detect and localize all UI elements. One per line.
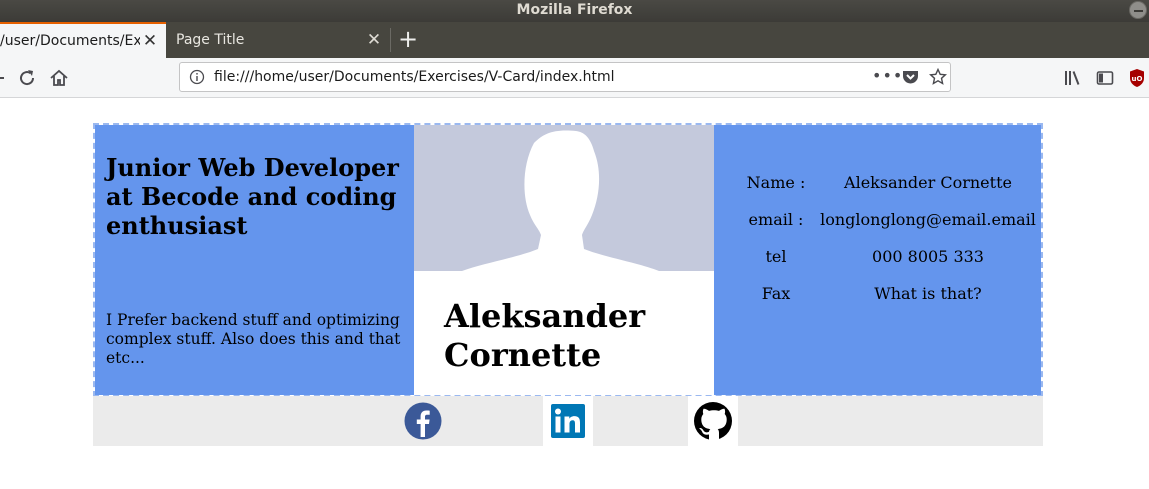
info-row-email: email : longlonglong@email.email <box>714 210 1041 234</box>
info-row-name: Name : Aleksander Cornette <box>714 173 1041 197</box>
bookmark-star-icon[interactable] <box>929 68 947 86</box>
info-value: What is that? <box>874 284 982 303</box>
library-icon[interactable] <box>1062 67 1084 89</box>
facebook-icon <box>404 402 442 440</box>
tab-close-icon[interactable]: ✕ <box>142 24 158 58</box>
github-link[interactable] <box>688 396 738 446</box>
info-label: Fax <box>761 284 791 303</box>
info-value: Aleksander Cornette <box>844 173 1012 192</box>
vcard-info-panel: Name : Aleksander Cornette email : longl… <box>714 125 1041 395</box>
nav-toolbar: file:///home/user/Documents/Exercises/V-… <box>0 58 1149 98</box>
linkedin-icon <box>551 404 585 438</box>
new-tab-icon[interactable]: + <box>396 22 420 58</box>
tab-label: /user/Documents/Exe <box>0 33 140 49</box>
window-titlebar: Mozilla Firefox <box>0 0 1149 22</box>
info-row-fax: Fax What is that? <box>714 284 1041 308</box>
back-arrow-icon[interactable] <box>0 67 10 89</box>
reload-icon[interactable] <box>16 67 38 89</box>
info-row-tel: tel 000 8005 333 <box>714 247 1041 271</box>
avatar-silhouette-icon <box>414 130 714 274</box>
vcard: Junior Web Developer at Becode and codin… <box>93 123 1043 397</box>
info-icon[interactable] <box>189 69 205 85</box>
vcard-left-panel: Junior Web Developer at Becode and codin… <box>95 125 414 395</box>
tab-vcard[interactable]: /user/Documents/Exe ✕ <box>0 22 166 58</box>
vcard-middle-panel: Aleksander Cornette <box>414 125 714 395</box>
tab-bar: /user/Documents/Exe ✕ Page Title ✕ + <box>0 22 1149 58</box>
tab-separator <box>390 28 391 52</box>
window-close-icon[interactable] <box>1129 1 1147 19</box>
vcard-fullname: Aleksander Cornette <box>444 297 646 374</box>
profile-photo <box>414 125 714 274</box>
info-value: 000 8005 333 <box>872 247 984 266</box>
tab-page-title[interactable]: Page Title ✕ <box>166 22 390 58</box>
vcard-headline: Junior Web Developer at Becode and codin… <box>106 153 399 240</box>
url-text[interactable]: file:///home/user/Documents/Exercises/V-… <box>214 63 615 91</box>
info-label: Name : <box>746 173 806 192</box>
facebook-link[interactable] <box>398 396 448 446</box>
github-icon <box>694 402 732 440</box>
info-label: email : <box>748 210 804 229</box>
home-icon[interactable] <box>48 67 70 89</box>
tab-label: Page Title <box>176 32 245 48</box>
sidebar-icon[interactable] <box>1094 67 1116 89</box>
window-title: Mozilla Firefox <box>516 2 633 18</box>
linkedin-link[interactable] <box>543 396 593 446</box>
social-links-bar <box>93 396 1043 446</box>
info-label: tel <box>765 247 787 266</box>
ublock-icon[interactable]: uO <box>1126 67 1148 89</box>
page-actions-icon[interactable]: ••• <box>872 63 903 89</box>
vcard-bio: I Prefer backend stuff and optimizing co… <box>106 311 401 367</box>
tab-close-icon[interactable]: ✕ <box>366 22 382 58</box>
pocket-icon[interactable] <box>902 69 919 85</box>
info-value: longlonglong@email.email <box>820 210 1036 229</box>
svg-text:uO: uO <box>1132 75 1143 83</box>
url-bar[interactable]: file:///home/user/Documents/Exercises/V-… <box>179 62 951 92</box>
